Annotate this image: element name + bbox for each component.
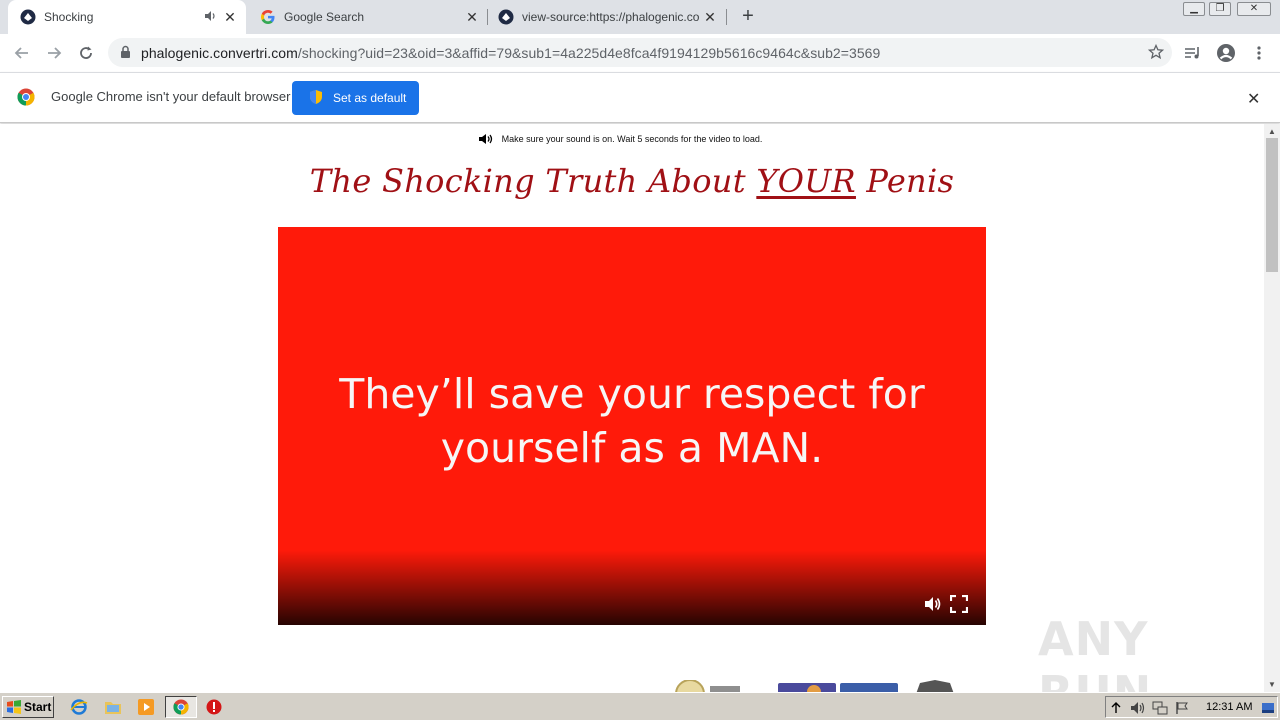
shield-icon [309,89,323,108]
arrow-right-icon [48,47,62,59]
video-controls-gradient [278,550,986,625]
tray-flag-icon[interactable] [1174,700,1190,716]
scroll-up-icon[interactable]: ▲ [1268,127,1276,136]
address-bar[interactable]: phalogenic.convertri.com/shocking?uid=23… [108,38,1172,67]
taskbar-clock: 12:31 AM [1206,701,1253,713]
tab-title: Shocking [44,10,94,24]
infobar-close-icon[interactable]: ✕ [1247,89,1260,109]
lock-icon[interactable] [120,45,131,64]
playlist-icon [1185,47,1199,59]
set-as-default-label: Set as default [333,91,407,105]
back-button[interactable] [11,42,33,64]
anyrun-watermark: ANY RUN [1038,612,1151,692]
chrome-logo-icon [17,88,35,111]
url-text[interactable]: phalogenic.convertri.com/shocking?uid=23… [141,45,880,61]
tab-title: view-source:https://phalogenic.conv [522,10,700,24]
new-tab-button[interactable]: + [738,6,758,26]
taskbar-chrome-item[interactable] [165,696,197,718]
reload-button[interactable] [75,42,97,64]
stop-sign-icon[interactable] [205,698,223,716]
google-g-icon [260,9,276,25]
tab-close-icon[interactable]: ✕ [464,9,480,25]
menu-button[interactable] [1248,42,1270,64]
tab-title: Google Search [284,10,365,24]
default-browser-infobar: Google Chrome isn't your default browser… [0,72,1280,123]
tray-network-icon[interactable] [1152,700,1168,716]
speaker-icon [478,134,492,144]
minimize-button[interactable]: ▁ [1183,2,1205,16]
media-control-button[interactable] [1182,42,1204,64]
tab-separator [726,9,727,25]
scroll-down-icon[interactable]: ▼ [1268,680,1276,689]
kebab-menu-icon [1257,46,1261,60]
tab-google-search[interactable]: Google Search ✕ [248,0,488,34]
tab-strip: Shocking ✕ Google Search ✕ view-source:h… [0,0,1280,34]
browser-toolbar: phalogenic.convertri.com/shocking?uid=23… [0,34,1280,72]
tab-view-source[interactable]: view-source:https://phalogenic.conv ✕ [486,0,726,34]
headline-emphasis: YOUR [756,162,856,200]
reload-icon [80,46,92,59]
system-tray: 12:31 AM [1105,696,1278,718]
security-seal-icon [914,680,956,692]
sound-notice-text: Make sure your sound is on. Wait 5 secon… [501,134,763,144]
scrollbar-thumb[interactable] [1266,138,1278,272]
bookmark-star-icon[interactable] [1147,43,1165,65]
restore-button[interactable]: ❐ [1209,2,1231,16]
sound-notice: Make sure your sound is on. Wait 5 secon… [0,133,1240,145]
url-domain: phalogenic.convertri.com [141,45,298,61]
forward-button[interactable] [43,42,65,64]
fullscreen-icon[interactable] [949,594,969,614]
page-headline: The Shocking Truth About YOUR Penis [0,162,1264,200]
profile-button[interactable] [1215,42,1237,64]
headline-part-2: Penis [855,162,955,200]
tray-volume-icon[interactable] [1130,700,1146,716]
video-caption: They’ll save your respect for yourself a… [278,367,986,475]
media-player-icon[interactable] [137,698,155,716]
file-explorer-icon[interactable] [104,698,122,716]
chrome-icon [173,699,189,715]
headline-part-1: The Shocking Truth About [309,162,757,200]
payment-cards-icon [778,680,900,692]
infobar-message: Google Chrome isn't your default browser [51,89,291,104]
video-player[interactable]: They’ll save your respect for yourself a… [278,227,986,625]
arrow-left-icon [14,47,28,59]
start-button[interactable]: Start [2,696,54,718]
phalogenic-icon [498,9,514,25]
tab-audio-icon[interactable] [204,9,218,25]
windows-taskbar: Start 12:31 AM [0,692,1280,720]
windows-logo-icon [7,700,21,714]
phalogenic-icon [20,9,36,25]
window-close-button[interactable]: ✕ [1237,2,1271,16]
tray-expand-icon[interactable] [1108,700,1124,716]
tab-shocking[interactable]: Shocking ✕ [8,0,246,34]
guarantee-badge-icon [672,679,742,692]
page-content: Make sure your sound is on. Wait 5 secon… [0,124,1264,692]
account-icon [1217,44,1235,62]
video-caption-line-2: yourself as a MAN. [440,424,824,472]
tab-close-icon[interactable]: ✕ [702,9,718,25]
show-desktop-icon[interactable] [1260,700,1276,716]
url-path: /shocking?uid=23&oid=3&affid=79&sub1=4a2… [297,45,881,61]
page-scrollbar[interactable]: ▲ ▼ [1264,124,1280,692]
internet-explorer-icon[interactable] [70,698,88,716]
video-caption-line-1: They’ll save your respect for [339,370,925,418]
tab-close-icon[interactable]: ✕ [222,9,238,25]
volume-icon[interactable] [924,595,942,613]
start-label: Start [24,700,52,714]
set-as-default-button[interactable]: Set as default [292,81,419,115]
